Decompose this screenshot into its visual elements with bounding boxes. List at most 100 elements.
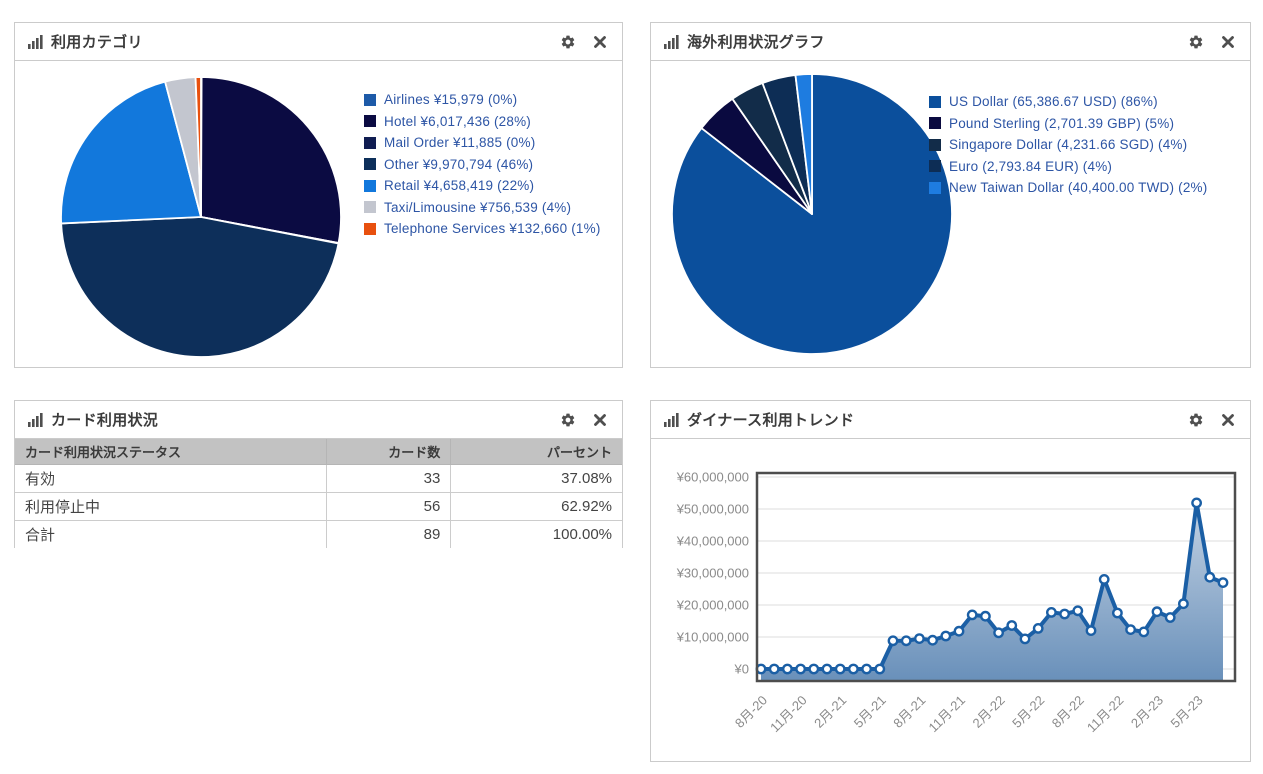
data-point-marker	[862, 665, 870, 673]
legend-label: US Dollar (65,386.67 USD) (86%)	[949, 94, 1158, 109]
x-axis-tick-label: 5月-22	[1009, 693, 1047, 731]
settings-icon[interactable]	[559, 33, 577, 51]
chart-bars-icon	[664, 413, 679, 427]
close-icon[interactable]	[1219, 411, 1237, 429]
data-point-marker	[1140, 628, 1148, 636]
table-cell: 利用停止中	[15, 492, 326, 520]
data-point-marker	[876, 665, 884, 673]
x-axis-tick-label: 8月-20	[732, 693, 770, 731]
table-cell: 合計	[15, 520, 326, 548]
legend-swatch	[929, 117, 941, 129]
legend-swatch	[364, 115, 376, 127]
data-point-marker	[1206, 573, 1214, 581]
pie-legend: US Dollar (65,386.67 USD) (86%) Pound Ste…	[929, 91, 1207, 199]
dashboard: 利用カテゴリ Airlines ¥15,979 (0%) Hotel ¥6,017…	[0, 0, 1263, 774]
legend-label: Hotel ¥6,017,436 (28%)	[384, 114, 531, 129]
y-axis-tick-label: ¥0	[734, 662, 749, 677]
legend-swatch	[929, 182, 941, 194]
chart-bars-icon	[28, 413, 43, 427]
card-status-table: カード利用状況ステータスカード数パーセント 有効3337.08%利用停止中566…	[15, 439, 622, 548]
table-row: 利用停止中5662.92%	[15, 492, 622, 520]
x-axis-tick-label: 11月-21	[925, 693, 968, 736]
data-point-marker	[1166, 613, 1174, 621]
data-point-marker	[928, 636, 936, 644]
data-point-marker	[1219, 578, 1227, 586]
x-axis-tick-label: 5月-21	[851, 693, 889, 731]
chart-bars-icon	[28, 35, 43, 49]
data-point-marker	[902, 637, 910, 645]
close-icon[interactable]	[591, 33, 609, 51]
legend-item: Euro (2,793.84 EUR) (4%)	[929, 156, 1207, 178]
settings-icon[interactable]	[1187, 411, 1205, 429]
table-cell: 有効	[15, 464, 326, 492]
table-header-cell: カード数	[326, 439, 450, 464]
legend-swatch	[364, 201, 376, 213]
panel-header: 海外利用状況グラフ	[651, 23, 1250, 61]
data-point-marker	[1087, 626, 1095, 634]
table-header-row: カード利用状況ステータスカード数パーセント	[15, 439, 622, 464]
table-cell: 62.92%	[451, 492, 622, 520]
panel-usage-category: 利用カテゴリ Airlines ¥15,979 (0%) Hotel ¥6,017…	[14, 22, 623, 368]
x-axis-tick-label: 2月-22	[970, 693, 1008, 731]
panel-title: ダイナース利用トレンド	[687, 409, 1187, 430]
legend-swatch	[929, 96, 941, 108]
data-point-marker	[1100, 575, 1108, 583]
settings-icon[interactable]	[1187, 33, 1205, 51]
table-cell: 100.00%	[451, 520, 622, 548]
legend-label: Pound Sterling (2,701.39 GBP) (5%)	[949, 116, 1174, 131]
legend-label: Taxi/Limousine ¥756,539 (4%)	[384, 200, 571, 215]
legend-swatch	[364, 180, 376, 192]
data-point-marker	[1192, 499, 1200, 507]
legend-label: Euro (2,793.84 EUR) (4%)	[949, 159, 1112, 174]
y-axis-tick-label: ¥10,000,000	[676, 630, 749, 645]
legend-item: Telephone Services ¥132,660 (1%)	[364, 218, 601, 240]
table-cell: 33	[326, 464, 450, 492]
settings-icon[interactable]	[559, 411, 577, 429]
table-cell: 56	[326, 492, 450, 520]
legend-item: Other ¥9,970,794 (46%)	[364, 154, 601, 176]
close-icon[interactable]	[1219, 33, 1237, 51]
table-row: 合計89100.00%	[15, 520, 622, 548]
data-point-marker	[1074, 607, 1082, 615]
x-axis-tick-label: 8月-22	[1049, 693, 1087, 731]
legend-swatch	[929, 160, 941, 172]
legend-swatch	[929, 139, 941, 151]
legend-item: US Dollar (65,386.67 USD) (86%)	[929, 91, 1207, 113]
x-axis-tick-label: 11月-20	[767, 693, 810, 736]
panel-overseas-usage: 海外利用状況グラフ US Dollar (65,386.67 USD) (86%…	[650, 22, 1251, 368]
trend-chart: ¥0¥10,000,000¥20,000,000¥30,000,000¥40,0…	[651, 439, 1250, 762]
data-point-marker	[836, 665, 844, 673]
data-point-marker	[810, 665, 818, 673]
legend-label: Singapore Dollar (4,231.66 SGD) (4%)	[949, 137, 1187, 152]
data-point-marker	[1126, 625, 1134, 633]
x-axis-tick-label: 2月-21	[811, 693, 849, 731]
data-point-marker	[1034, 624, 1042, 632]
legend-swatch	[364, 94, 376, 106]
legend-item: Retail ¥4,658,419 (22%)	[364, 175, 601, 197]
legend-swatch	[364, 137, 376, 149]
data-point-marker	[770, 665, 778, 673]
data-point-marker	[968, 611, 976, 619]
panel-title: 利用カテゴリ	[51, 31, 559, 52]
legend-swatch	[364, 223, 376, 235]
data-point-marker	[994, 629, 1002, 637]
x-axis-tick-label: 2月-23	[1128, 693, 1166, 731]
data-point-marker	[1179, 600, 1187, 608]
data-point-marker	[1153, 608, 1161, 616]
y-axis-tick-label: ¥60,000,000	[676, 470, 749, 485]
legend-label: New Taiwan Dollar (40,400.00 TWD) (2%)	[949, 180, 1207, 195]
table-cell: 37.08%	[451, 464, 622, 492]
y-axis-tick-label: ¥50,000,000	[676, 502, 749, 517]
legend-swatch	[364, 158, 376, 170]
pie-legend: Airlines ¥15,979 (0%) Hotel ¥6,017,436 (2…	[364, 89, 601, 240]
data-point-marker	[1021, 635, 1029, 643]
pie-chart-overseas: US Dollar (65,386.67 USD) (86%) Pound Ste…	[651, 61, 1250, 368]
panel-title: カード利用状況	[51, 409, 559, 430]
close-icon[interactable]	[591, 411, 609, 429]
data-point-marker	[1060, 610, 1068, 618]
legend-label: Airlines ¥15,979 (0%)	[384, 92, 517, 107]
pie-slice-other	[61, 217, 338, 357]
legend-item: Hotel ¥6,017,436 (28%)	[364, 111, 601, 133]
legend-item: Taxi/Limousine ¥756,539 (4%)	[364, 197, 601, 219]
panel-header: 利用カテゴリ	[15, 23, 622, 61]
